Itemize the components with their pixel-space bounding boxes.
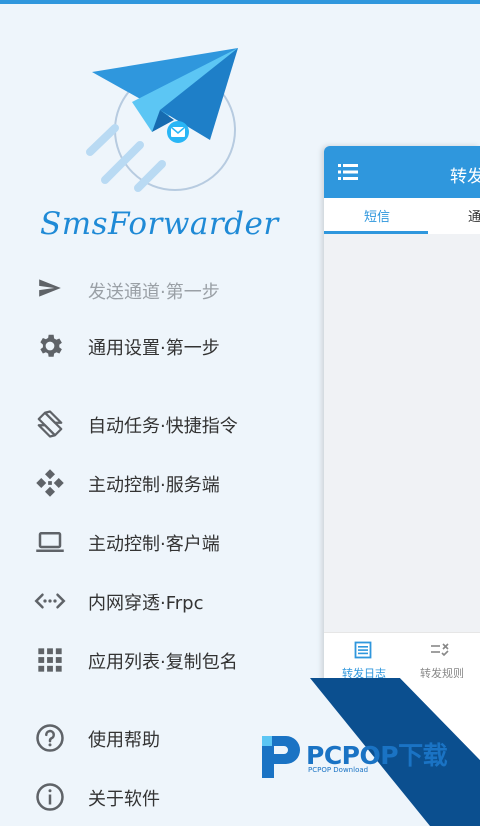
watermark-p-icon [262,736,300,778]
watermark-subtext: PCPOP Download [308,766,369,774]
corner-ribbon [310,678,480,826]
watermark-logo: PCPOP下载 PCPOP Download [258,732,468,782]
